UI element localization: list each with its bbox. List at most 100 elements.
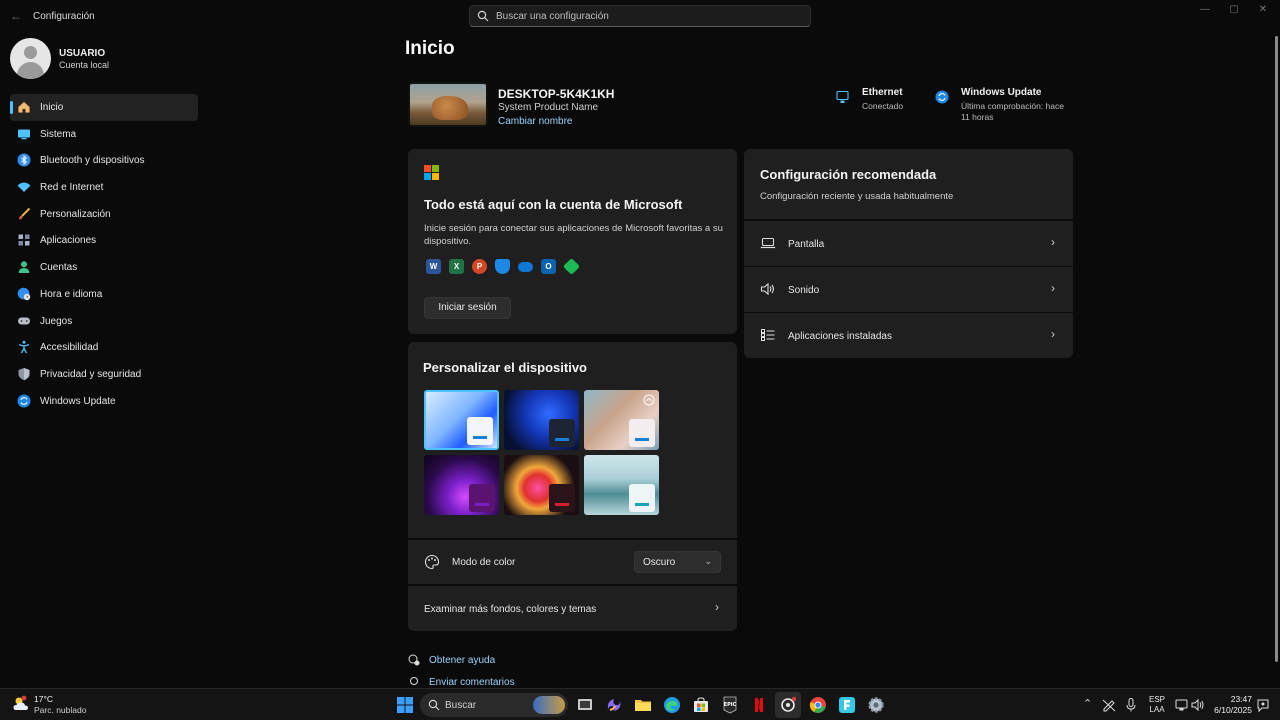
home-icon bbox=[18, 101, 30, 113]
more-themes-label: Examinar más fondos, colores y temas bbox=[424, 604, 597, 615]
outlook-icon: O bbox=[541, 259, 556, 274]
filmora-icon[interactable] bbox=[837, 695, 857, 715]
ethernet-icon bbox=[836, 90, 849, 103]
sunrise-theme[interactable] bbox=[584, 455, 659, 515]
sidebar-item-sistema[interactable]: Sistema bbox=[10, 121, 198, 148]
personalize-title: Personalizar el dispositivo bbox=[423, 360, 587, 375]
sidebar-item-inicio[interactable]: Inicio bbox=[10, 94, 198, 121]
settings-gear-icon[interactable] bbox=[866, 695, 886, 715]
gamepad-icon bbox=[18, 317, 30, 324]
volume-icon[interactable] bbox=[1191, 697, 1205, 713]
feedback-link[interactable]: Enviar comentarios bbox=[408, 676, 528, 688]
microphone-icon[interactable] bbox=[1124, 697, 1138, 713]
windows-dark-theme[interactable] bbox=[504, 390, 579, 450]
maximize-button[interactable]: ▢ bbox=[1219, 4, 1249, 18]
onedrive-icon bbox=[518, 262, 533, 272]
back-arrow-icon[interactable]: ← bbox=[8, 8, 24, 24]
sidebar-item-aplicaciones[interactable]: Aplicaciones bbox=[10, 227, 198, 254]
flowers-theme[interactable] bbox=[584, 390, 659, 450]
shield-icon bbox=[18, 367, 30, 381]
scrollbar[interactable] bbox=[1275, 36, 1278, 662]
chevron-up-icon[interactable]: ⌃ bbox=[1083, 697, 1092, 710]
microsoft-store-icon[interactable] bbox=[691, 695, 711, 715]
color-mode-row: Modo de color Oscuro ⌄ bbox=[408, 540, 737, 584]
search-icon bbox=[477, 10, 489, 22]
chevron-down-icon: ⌄ bbox=[704, 556, 712, 566]
copilot-icon[interactable] bbox=[604, 695, 624, 715]
taskbar-search-label: Buscar bbox=[445, 700, 477, 711]
update-title: Windows Update bbox=[961, 87, 1042, 98]
recommended-item-label: Sonido bbox=[788, 285, 820, 296]
microsoft-account-card: Todo está aquí con la cuenta de Microsof… bbox=[408, 149, 737, 334]
minimize-button[interactable]: — bbox=[1190, 4, 1220, 18]
sidebar-item-hora[interactable]: Hora e idioma bbox=[10, 281, 198, 308]
sidebar-item-label: Privacidad y seguridad bbox=[40, 368, 142, 380]
laptop-icon bbox=[760, 237, 776, 249]
monitor-icon bbox=[18, 129, 30, 139]
recommended-subtitle: Configuración reciente y usada habitualm… bbox=[760, 191, 954, 202]
recommended-item-sonido[interactable]: Sonido › bbox=[744, 267, 1073, 312]
windows-light-theme[interactable] bbox=[424, 390, 499, 450]
sidebar-item-personalizacion[interactable]: Personalización bbox=[10, 201, 198, 228]
language-indicator[interactable]: ESP LAA bbox=[1148, 695, 1166, 715]
pen-off-icon[interactable] bbox=[1101, 697, 1117, 713]
epic-games-icon[interactable]: EPIC bbox=[720, 695, 740, 715]
netflix-icon[interactable] bbox=[749, 695, 769, 715]
update-status[interactable]: Windows Update Última comprobación: hace… bbox=[935, 87, 1075, 125]
user-profile[interactable]: USUARIO Cuenta local bbox=[10, 38, 210, 80]
system-clock[interactable]: 23:47 6/10/2025 bbox=[1208, 694, 1252, 716]
chevron-right-icon: › bbox=[1051, 327, 1055, 341]
file-explorer-icon[interactable] bbox=[633, 695, 653, 715]
network-icon[interactable] bbox=[1175, 697, 1189, 713]
search-box[interactable] bbox=[469, 5, 811, 27]
recommended-item-label: Pantalla bbox=[788, 239, 825, 250]
sidebar-item-juegos[interactable]: Juegos bbox=[10, 308, 198, 335]
windows-start-icon[interactable] bbox=[395, 695, 415, 715]
sidebar-item-cuentas[interactable]: Cuentas bbox=[10, 254, 198, 281]
sidebar-item-windows-update[interactable]: Windows Update bbox=[10, 388, 198, 415]
sidebar-item-bluetooth[interactable]: Bluetooth y dispositivos bbox=[10, 147, 198, 174]
powerpoint-icon: P bbox=[472, 259, 487, 274]
user-name: USUARIO bbox=[59, 48, 106, 59]
family-icon bbox=[563, 258, 580, 275]
chrome-icon[interactable] bbox=[808, 695, 828, 715]
more-themes-row[interactable]: Examinar más fondos, colores y temas › bbox=[408, 586, 737, 631]
settings-active-app[interactable] bbox=[775, 692, 801, 718]
chatgpt-icon bbox=[781, 696, 797, 712]
recommended-item-aplicaciones-instaladas[interactable]: Aplicaciones instaladas › bbox=[744, 313, 1073, 358]
personalize-card: Personalizar el dispositivo bbox=[408, 342, 737, 538]
desktop-wallpaper-thumbnail[interactable] bbox=[408, 82, 488, 127]
feedback-label: Enviar comentarios bbox=[429, 677, 515, 688]
task-view-icon[interactable] bbox=[575, 695, 595, 715]
weather-desc: Parc. nublado bbox=[34, 705, 87, 715]
glow-theme[interactable] bbox=[424, 455, 499, 515]
avatar bbox=[10, 38, 51, 79]
sidebar-item-accesibilidad[interactable]: Accesibilidad bbox=[10, 334, 198, 361]
get-help-link[interactable]: Obtener ayuda bbox=[408, 654, 518, 668]
sidebar-item-red[interactable]: Red e Internet bbox=[10, 174, 198, 201]
captured-motion-theme[interactable] bbox=[504, 455, 579, 515]
language-code: ESP bbox=[1148, 695, 1165, 704]
taskbar-search[interactable]: Buscar bbox=[420, 693, 568, 717]
color-mode-select[interactable]: Oscuro ⌄ bbox=[634, 551, 721, 573]
speaker-icon bbox=[760, 282, 774, 296]
clock-date: 6/10/2025 bbox=[1214, 705, 1252, 715]
network-status[interactable]: Ethernet Conectado bbox=[836, 87, 926, 117]
signin-button[interactable]: Iniciar sesión bbox=[424, 297, 511, 319]
edge-icon[interactable] bbox=[662, 695, 682, 715]
partly-cloudy-icon bbox=[13, 695, 28, 710]
globe-clock-icon bbox=[17, 287, 31, 301]
taskbar: 17°C Parc. nublado Buscar EPIC ⌃ ESP LAA… bbox=[0, 688, 1280, 720]
rename-link[interactable]: Cambiar nombre bbox=[498, 116, 572, 127]
search-input[interactable] bbox=[496, 6, 796, 26]
close-button[interactable]: ✕ bbox=[1248, 4, 1278, 18]
weather-widget[interactable]: 17°C Parc. nublado bbox=[12, 694, 92, 716]
recommended-item-pantalla[interactable]: Pantalla › bbox=[744, 221, 1073, 266]
network-subtitle: Conectado bbox=[862, 101, 904, 111]
excel-icon: X bbox=[449, 259, 464, 274]
sidebar-item-privacidad[interactable]: Privacidad y seguridad bbox=[10, 361, 198, 388]
notification-icon[interactable] bbox=[1256, 697, 1270, 713]
chevron-right-icon: › bbox=[1051, 281, 1055, 295]
chevron-right-icon: › bbox=[1051, 235, 1055, 249]
device-model: System Product Name bbox=[498, 102, 599, 113]
